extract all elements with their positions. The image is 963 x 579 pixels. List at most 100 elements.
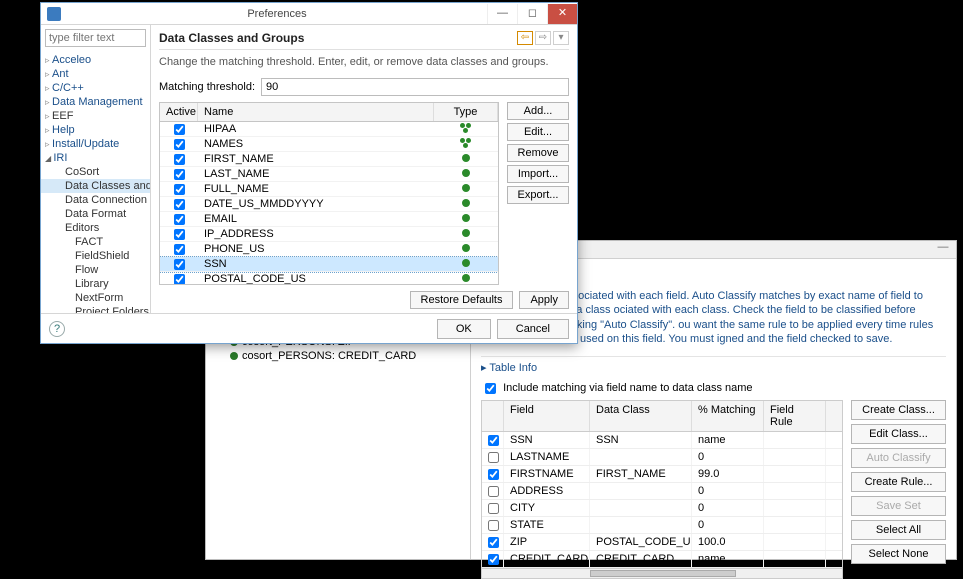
row-checkbox[interactable] bbox=[174, 259, 185, 270]
nav-item[interactable]: NextForm bbox=[41, 291, 150, 305]
nav-item[interactable]: Flow bbox=[41, 263, 150, 277]
field-grid-row[interactable]: FIRSTNAMEFIRST_NAME99.0 bbox=[482, 466, 842, 483]
nav-item[interactable]: Library bbox=[41, 277, 150, 291]
field-grid-row[interactable]: ZIPPOSTAL_CODE_US100.0 bbox=[482, 534, 842, 551]
row-checkbox[interactable] bbox=[174, 199, 185, 210]
cell-name: LAST_NAME bbox=[198, 168, 434, 180]
cell-name: PHONE_US bbox=[198, 243, 434, 255]
row-checkbox[interactable] bbox=[488, 469, 499, 480]
nav-item[interactable]: Data Connection Registry bbox=[41, 193, 150, 207]
row-checkbox[interactable] bbox=[488, 503, 499, 514]
nav-item[interactable]: Data Management bbox=[41, 95, 150, 109]
preferences-titlebar[interactable]: Preferences — ◻ ✕ bbox=[41, 3, 577, 25]
row-checkbox[interactable] bbox=[488, 486, 499, 497]
nav-item[interactable]: Project Folders bbox=[41, 305, 150, 313]
cancel-button[interactable]: Cancel bbox=[497, 319, 569, 339]
threshold-label: Matching threshold: bbox=[159, 81, 255, 93]
field-grid-row[interactable]: CITY0 bbox=[482, 500, 842, 517]
nav-item[interactable]: CoSort bbox=[41, 165, 150, 179]
window-minimize-button[interactable]: — bbox=[487, 4, 517, 24]
row-checkbox[interactable] bbox=[174, 169, 185, 180]
nav-item[interactable]: Ant bbox=[41, 67, 150, 81]
save-set-button[interactable]: Save Set bbox=[851, 496, 946, 516]
nav-item[interactable]: Data Format bbox=[41, 207, 150, 221]
nav-item[interactable]: Editors bbox=[41, 221, 150, 235]
auto-classify-button[interactable]: Auto Classify bbox=[851, 448, 946, 468]
nav-item[interactable]: FieldShield bbox=[41, 249, 150, 263]
class-table-row[interactable]: HIPAA bbox=[160, 122, 498, 137]
remove-button[interactable]: Remove bbox=[507, 144, 569, 162]
row-checkbox[interactable] bbox=[174, 154, 185, 165]
field-grid-row[interactable]: SSNSSNname bbox=[482, 432, 842, 449]
window-close-button[interactable]: ✕ bbox=[547, 4, 577, 24]
restore-defaults-button[interactable]: Restore Defaults bbox=[410, 291, 514, 309]
minimize-icon[interactable]: — bbox=[936, 241, 950, 253]
nav-item[interactable]: Help bbox=[41, 123, 150, 137]
class-table-row[interactable]: EMAIL bbox=[160, 212, 498, 227]
select-all-button[interactable]: Select All bbox=[851, 520, 946, 540]
row-checkbox[interactable] bbox=[174, 274, 185, 284]
row-checkbox[interactable] bbox=[488, 520, 499, 531]
class-table-row[interactable]: PHONE_US bbox=[160, 242, 498, 257]
window-maximize-button[interactable]: ◻ bbox=[517, 4, 547, 24]
edit-button[interactable]: Edit... bbox=[507, 123, 569, 141]
class-table-row[interactable]: SSN bbox=[160, 257, 498, 272]
row-checkbox[interactable] bbox=[174, 184, 185, 195]
class-table-row[interactable]: DATE_US_MMDDYYYY bbox=[160, 197, 498, 212]
field-grid-row[interactable]: LASTNAME0 bbox=[482, 449, 842, 466]
row-checkbox[interactable] bbox=[174, 229, 185, 240]
class-table-row[interactable]: NAMES bbox=[160, 137, 498, 152]
schema-tree-item[interactable]: cosort_PERSONS: CREDIT_CARD bbox=[206, 349, 470, 363]
threshold-input[interactable] bbox=[261, 78, 569, 96]
row-checkbox[interactable] bbox=[488, 554, 499, 565]
cell-match: 99.0 bbox=[692, 466, 764, 482]
row-checkbox[interactable] bbox=[488, 435, 499, 446]
class-table-row[interactable]: FULL_NAME bbox=[160, 182, 498, 197]
class-table[interactable]: Active Name Type HIPAANAMESFIRST_NAMELAS… bbox=[159, 102, 499, 285]
nav-menu-icon[interactable]: ▾ bbox=[553, 31, 569, 45]
edit-class-button[interactable]: Edit Class... bbox=[851, 424, 946, 444]
row-checkbox[interactable] bbox=[174, 244, 185, 255]
nav-item[interactable]: C/C++ bbox=[41, 81, 150, 95]
class-table-row[interactable]: IP_ADDRESS bbox=[160, 227, 498, 242]
class-table-row[interactable]: LAST_NAME bbox=[160, 167, 498, 182]
include-match-checkbox[interactable]: Include matching via field name to data … bbox=[481, 378, 946, 400]
field-grid-row[interactable]: STATE0 bbox=[482, 517, 842, 534]
cell-class: CREDIT_CARD bbox=[590, 551, 692, 567]
cell-name: DATE_US_MMDDYYYY bbox=[198, 198, 434, 210]
import-button[interactable]: Import... bbox=[507, 165, 569, 183]
export-button[interactable]: Export... bbox=[507, 186, 569, 204]
nav-item[interactable]: IRI bbox=[41, 151, 150, 165]
help-icon[interactable]: ? bbox=[49, 321, 65, 337]
field-grid[interactable]: Field Data Class % Matching Field Rule S… bbox=[481, 400, 843, 579]
create-class-button[interactable]: Create Class... bbox=[851, 400, 946, 420]
nav-item[interactable]: Data Classes and Groups bbox=[41, 179, 150, 193]
add-button[interactable]: Add... bbox=[507, 102, 569, 120]
filter-input[interactable] bbox=[45, 29, 146, 47]
apply-button[interactable]: Apply bbox=[519, 291, 569, 309]
nav-forward-icon[interactable]: ⇨ bbox=[535, 31, 551, 45]
page-footer-buttons: Restore Defaults Apply bbox=[159, 285, 569, 313]
nav-back-icon[interactable]: ⇦ bbox=[517, 31, 533, 45]
row-checkbox[interactable] bbox=[174, 139, 185, 150]
nav-item[interactable]: EEF bbox=[41, 109, 150, 123]
grid-hscrollbar[interactable] bbox=[482, 568, 842, 578]
table-info-section[interactable]: Table Info bbox=[481, 356, 946, 378]
row-checkbox[interactable] bbox=[488, 452, 499, 463]
select-none-button[interactable]: Select None bbox=[851, 544, 946, 564]
row-checkbox[interactable] bbox=[174, 214, 185, 225]
cell-type bbox=[434, 273, 498, 284]
nav-item[interactable]: Install/Update bbox=[41, 137, 150, 151]
cell-field: CITY bbox=[504, 500, 590, 516]
field-grid-row[interactable]: ADDRESS0 bbox=[482, 483, 842, 500]
preferences-page: Data Classes and Groups ⇦ ⇨ ▾ Change the… bbox=[151, 25, 577, 313]
row-checkbox[interactable] bbox=[174, 124, 185, 135]
ok-button[interactable]: OK bbox=[437, 319, 491, 339]
nav-item[interactable]: Acceleo bbox=[41, 53, 150, 67]
class-table-row[interactable]: POSTAL_CODE_US bbox=[160, 272, 498, 284]
create-rule-button[interactable]: Create Rule... bbox=[851, 472, 946, 492]
class-table-row[interactable]: FIRST_NAME bbox=[160, 152, 498, 167]
row-checkbox[interactable] bbox=[488, 537, 499, 548]
field-grid-row[interactable]: CREDIT_CARDCREDIT_CARDname bbox=[482, 551, 842, 568]
nav-item[interactable]: FACT bbox=[41, 235, 150, 249]
